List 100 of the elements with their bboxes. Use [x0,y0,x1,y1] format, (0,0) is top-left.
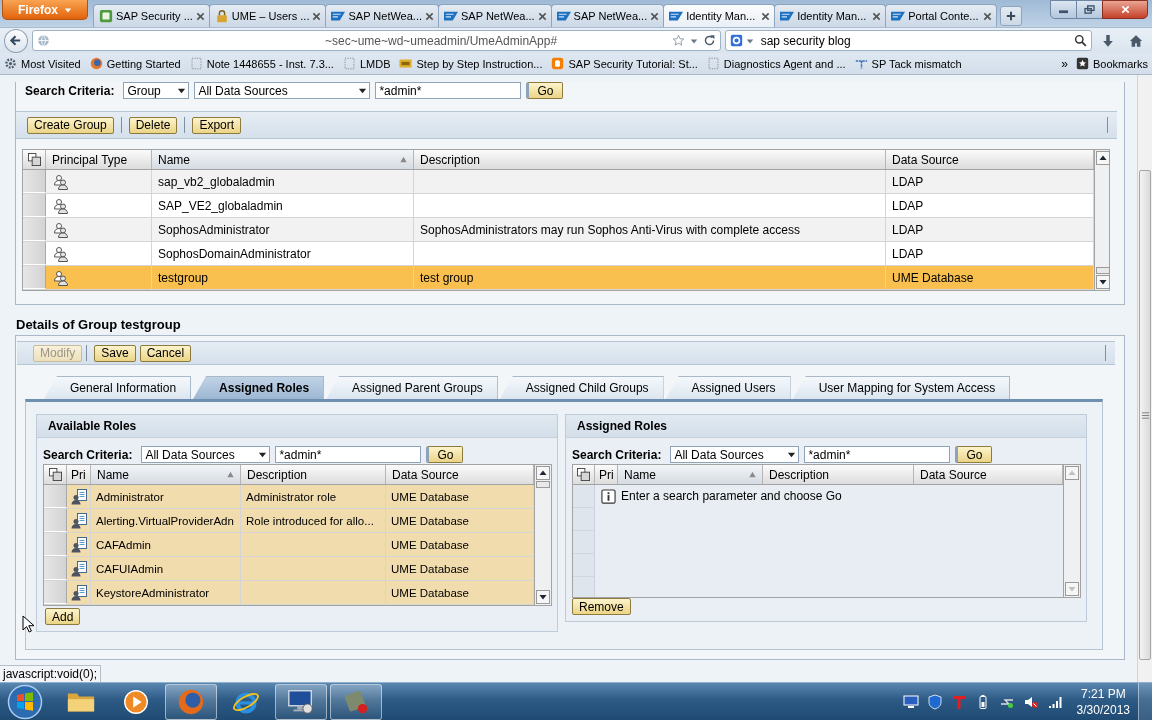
browser-tab[interactable]: Portal Conte... [885,4,998,27]
tab[interactable]: Assigned Child Groups [499,376,664,399]
bookmark-link[interactable]: Diagnostics Agent and ... [706,57,846,70]
minimize-button[interactable] [1050,0,1077,19]
column-header[interactable]: Name [152,150,414,169]
export-button[interactable]: Export [192,116,242,134]
browser-tab[interactable]: SAP NetWea... [325,4,440,27]
tab[interactable]: User Mapping for System Access [792,376,1011,399]
caret-icon[interactable] [745,36,754,45]
clock-date[interactable]: 3/30/2013 [1076,701,1130,718]
close-window-button[interactable] [1102,0,1148,19]
close-icon[interactable] [650,11,660,21]
scrollbar[interactable] [1094,149,1110,291]
column-header[interactable]: Description [241,465,386,484]
bookmark-link[interactable]: LMDB [342,57,391,70]
bookmark-link[interactable]: Getting Started [89,57,181,70]
column-header[interactable]: Name [91,465,241,484]
close-icon[interactable] [872,11,882,21]
close-icon[interactable] [983,11,993,21]
data-source-dropdown[interactable]: All Data Sources [194,82,371,99]
bookmark-link[interactable]: Step by Step Instruction... [399,57,543,70]
search-input[interactable]: *admin* [375,82,522,99]
scroll-thumb[interactable] [1139,170,1151,660]
star-icon[interactable] [671,34,685,47]
scroll-thumb[interactable] [1096,267,1110,274]
column-header[interactable]: Name [618,465,763,484]
table-row[interactable]: sap_vb2_globaladmin LDAP [23,170,1094,194]
browser-tab[interactable]: SAP NetWea... [438,4,552,27]
tab[interactable]: Assigned Parent Groups [326,376,498,399]
download-arrow-icon[interactable] [1101,33,1115,48]
sort-arrow-icon[interactable] [399,155,408,164]
address-field[interactable]: ~sec~ume~wd~umeadmin/UmeAdminApp# [31,30,721,51]
home-icon[interactable] [1129,33,1143,48]
delete-button[interactable]: Delete [128,116,178,134]
add-button[interactable]: Add [45,608,81,625]
shield-icon[interactable] [926,693,943,710]
close-icon[interactable] [537,11,547,21]
search-field[interactable]: sap security blog [724,30,1092,51]
close-icon[interactable] [195,11,205,21]
taskbar-button[interactable] [330,683,382,720]
sort-arrow-icon[interactable] [748,470,757,479]
bookmarks-menu-button[interactable]: Bookmarks [1075,57,1148,70]
cancel-button[interactable]: Cancel [139,344,192,362]
browser-tab[interactable]: Identity Man... [774,4,887,27]
principal-type-dropdown[interactable]: Group [123,82,190,99]
search-icon[interactable] [1074,34,1087,47]
close-icon[interactable] [761,11,771,21]
taskbar-button[interactable] [275,683,327,720]
clock-time[interactable]: 7:21 PM [1080,685,1126,702]
table-row[interactable]: CAFAdmin UME Database [44,533,534,557]
dropdown-caret-icon[interactable] [689,36,698,45]
scroll-thumb[interactable] [536,481,550,488]
search-input[interactable]: *admin* [275,446,422,463]
bookmark-link[interactable]: Most Visited [4,57,81,70]
table-row[interactable]: testgroup test group UME Database [23,266,1094,290]
table-row[interactable]: Administrator Administrator role UME Database [44,485,534,509]
go-button[interactable]: Go [426,446,464,463]
browser-tab[interactable]: UME – Users ... [208,4,327,27]
remove-button[interactable]: Remove [572,598,631,615]
reload-icon[interactable] [702,34,716,47]
table-row[interactable]: SAP_VE2_globaladmin LDAP [23,194,1094,218]
overlapping-squares-icon[interactable] [577,468,590,481]
browser-tab[interactable]: SAP Security ... [93,4,210,27]
search-engine-icon[interactable] [729,34,743,47]
scrollbar[interactable] [534,464,552,606]
back-button[interactable] [4,28,28,53]
browser-tab[interactable]: SAP NetWea... [550,4,665,27]
go-button[interactable]: Go [526,82,564,99]
close-icon[interactable] [312,11,322,21]
sort-arrow-icon[interactable] [226,470,235,479]
start-orb-icon[interactable] [6,683,44,720]
browser-tab[interactable]: Identity Man... [663,4,776,27]
bookmark-link[interactable]: SP Tack mismatch [854,57,962,70]
table-row[interactable]: Alerting.VirtualProviderAdn Role introduced for allo... UME Database [44,509,534,533]
show-desktop-button[interactable] [1138,683,1152,720]
tab[interactable]: Assigned Roles [193,376,325,399]
monitor-icon[interactable] [902,693,919,710]
bookmarks-overflow-button[interactable]: » [1061,56,1068,71]
search-input[interactable]: *admin* [804,446,951,463]
bookmark-link[interactable]: Note 1448655 - Inst. 7.3... [189,57,334,70]
save-button[interactable]: Save [94,344,136,362]
table-row[interactable]: SophosAdministrator SophosAdministrators may run Sophos Anti-Virus with complete access LDAP [23,218,1094,242]
overlapping-squares-icon[interactable] [48,468,62,481]
column-header[interactable]: Description [414,150,886,169]
data-source-dropdown[interactable]: All Data Sources [670,446,800,463]
table-row[interactable]: SophosDomainAdministrator LDAP [23,242,1094,266]
new-tab-button[interactable] [1000,6,1023,26]
overlapping-squares-icon[interactable] [27,153,41,166]
table-row[interactable]: CAFUIAdmin UME Database [44,557,534,581]
restore-button[interactable] [1076,0,1103,19]
tab[interactable]: General Information [44,376,192,399]
column-header[interactable]: Description [763,465,914,484]
tab[interactable]: Assigned Users [665,376,791,399]
taskbar-button[interactable] [165,683,217,720]
table-row[interactable]: KeystoreAdministrator UME Database [44,581,534,605]
go-button[interactable]: Go [955,446,993,463]
close-icon[interactable] [425,11,435,21]
page-scrollbar[interactable] [1137,75,1152,682]
bookmark-link[interactable]: SAP Security Tutorial: St... [551,57,698,70]
data-source-dropdown[interactable]: All Data Sources [141,446,271,463]
